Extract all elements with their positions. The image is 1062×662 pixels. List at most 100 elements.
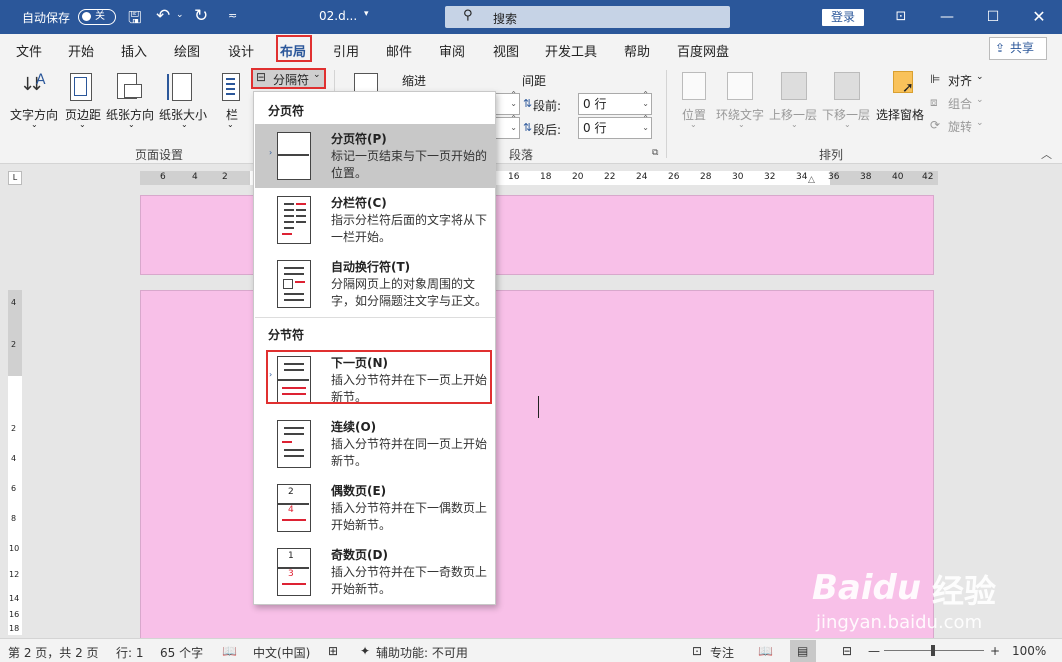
menu-item-column-break[interactable]: 分栏符(C) 指示分栏符后面的文字将从下一栏开始。 [255, 188, 495, 252]
tab-review[interactable]: 审阅 [439, 41, 465, 60]
baidu-watermark: Baidu 经验 jingyan.baidu.com [812, 568, 997, 633]
indent-marker-icon[interactable]: △ [808, 175, 815, 185]
document-title[interactable]: 02.d... [319, 9, 357, 23]
tab-developer[interactable]: 开发工具 [545, 41, 597, 60]
word-count[interactable]: 65 个字 [160, 644, 203, 661]
ruler-number: 2 [11, 424, 17, 433]
menu-item-odd-page[interactable]: 1 3 奇数页(D) 插入分节符并在下一奇数页上开始新节。 [255, 540, 495, 604]
ruler-number: 6 [160, 172, 166, 182]
page-count[interactable]: 第 2 页，共 2 页 [8, 644, 99, 661]
column-break-icon [277, 196, 311, 244]
bring-forward-icon[interactable] [781, 72, 807, 100]
text-direction-icon[interactable]: ↓ ↓ A [18, 72, 48, 100]
accessibility-status[interactable]: 辅助功能: 不可用 [376, 644, 468, 661]
breaks-dropdown-menu: 分页符 › 分页符(P) 标记一页结束与下一页开始的位置。 分栏符(C) 指示分… [253, 91, 496, 605]
autosave-toggle[interactable]: 关 [78, 9, 116, 25]
orientation-icon[interactable] [117, 73, 142, 99]
collapse-ribbon-icon[interactable]: ︿ [1041, 146, 1052, 162]
redo-icon[interactable]: ↻ [194, 6, 208, 26]
ruler-number: 34 [796, 172, 808, 182]
search-box[interactable]: ⚲ 搜索 [445, 6, 730, 28]
language[interactable]: 中文(中国) [253, 644, 310, 661]
search-icon: ⚲ [463, 8, 473, 23]
zoom-in-icon[interactable]: + [990, 644, 1000, 658]
close-icon[interactable]: ✕ [1016, 0, 1062, 34]
zoom-slider-thumb[interactable] [931, 645, 935, 656]
chevron-down-icon: ⌄ [976, 118, 984, 128]
spacing-after-stepper[interactable]: 0 行 [578, 114, 652, 139]
undo-icon[interactable]: ↶ [156, 6, 170, 26]
share-button[interactable]: ⇪ 共享 [989, 37, 1047, 60]
menu-item-even-page[interactable]: 2 4 偶数页(E) 插入分节符并在下一偶数页上开始新节。 [255, 476, 495, 540]
columns-icon[interactable] [222, 73, 240, 101]
customize-qat-icon[interactable]: ≂ [228, 9, 237, 22]
line-number[interactable]: 行: 1 [116, 644, 144, 661]
menu-item-continuous[interactable]: 连续(O) 插入分节符并在同一页上开始新节。 [255, 412, 495, 476]
position-icon[interactable] [682, 72, 706, 100]
chevron-down-icon: ⌄ [844, 120, 851, 129]
arrange-group-label: 排列 [819, 148, 844, 162]
read-mode-icon[interactable]: 📖 [758, 644, 773, 658]
page-break-icon [277, 132, 311, 180]
save-icon[interactable]: 🖫 [128, 7, 142, 34]
ruler-number: 12 [9, 570, 20, 579]
ruler-number: 22 [604, 172, 616, 182]
chevron-down-icon: ⌄ [181, 120, 188, 129]
align-button[interactable]: 对齐 [948, 72, 972, 89]
selection-pane-button[interactable]: 选择窗格 [876, 106, 924, 123]
undo-dropdown-icon[interactable]: ⌄ [176, 10, 184, 20]
zoom-out-icon[interactable]: — [868, 644, 880, 658]
wrap-text-icon[interactable] [727, 72, 753, 100]
ruler-number: 26 [668, 172, 680, 182]
tab-draw[interactable]: 绘图 [174, 41, 200, 60]
proofing-icon[interactable]: 📖 [222, 644, 237, 658]
section-breaks-section-header: 分节符 [268, 328, 305, 342]
login-button[interactable]: 登录 [822, 9, 864, 26]
tab-insert[interactable]: 插入 [121, 41, 147, 60]
text-wrapping-break-icon [277, 260, 311, 308]
selection-pane-icon[interactable]: ➚ [893, 71, 914, 96]
ruler-number: 42 [922, 172, 934, 182]
tab-references[interactable]: 引用 [333, 41, 359, 60]
menu-item-text-wrapping-break[interactable]: 自动换行符(T) 分隔网页上的对象周围的文字，如分隔题注文字与正文。 [255, 252, 495, 316]
odd-page-section-icon: 1 3 [277, 548, 311, 596]
spacing-label: 间距 [522, 74, 547, 88]
tab-selector-icon[interactable]: L [8, 171, 22, 185]
breaks-button-highlight [251, 68, 326, 89]
tab-view[interactable]: 视图 [493, 41, 519, 60]
tab-help[interactable]: 帮助 [624, 41, 650, 60]
paragraph-dialog-launcher-icon[interactable]: ⧉ [652, 148, 658, 158]
ruler-number: 2 [11, 340, 17, 349]
ruler-number: 16 [508, 172, 520, 182]
minimize-icon[interactable]: — [924, 0, 970, 34]
chevron-down-icon: ⌄ [31, 120, 38, 129]
focus-mode[interactable]: 专注 [710, 644, 734, 661]
ribbon-display-icon[interactable]: ⊡ [878, 0, 924, 34]
tab-mailings[interactable]: 邮件 [386, 41, 412, 60]
chevron-down-icon: ⌄ [976, 72, 984, 82]
tab-design[interactable]: 设计 [228, 41, 254, 60]
tab-baidu-netdisk[interactable]: 百度网盘 [677, 41, 729, 60]
vertical-ruler[interactable]: 4 2 2 4 6 8 10 12 14 16 18 [8, 290, 22, 635]
macro-icon[interactable]: ⊞ [328, 644, 338, 658]
send-backward-icon[interactable] [834, 72, 860, 100]
maximize-icon[interactable]: ☐ [970, 0, 1016, 34]
chevron-down-icon: ⌄ [976, 95, 984, 105]
ruler-number: 4 [192, 172, 198, 182]
margins-icon[interactable] [70, 73, 92, 101]
zoom-level[interactable]: 100% [1012, 644, 1046, 658]
paper-size-icon[interactable] [167, 73, 192, 101]
menu-item-page-break[interactable]: › 分页符(P) 标记一页结束与下一页开始的位置。 [255, 124, 495, 188]
rotate-button[interactable]: 旋转 [948, 118, 972, 135]
tab-home[interactable]: 开始 [68, 41, 94, 60]
web-layout-icon[interactable]: ⊟ [842, 644, 852, 658]
spacing-before-stepper[interactable]: 0 行 [578, 90, 652, 115]
ruler-number: 10 [9, 544, 20, 553]
chevron-down-icon: ⌄ [791, 120, 798, 129]
print-layout-icon[interactable]: ▤ [797, 644, 808, 658]
tab-file[interactable]: 文件 [16, 41, 42, 60]
group-button[interactable]: 组合 [948, 95, 972, 112]
title-dropdown-icon[interactable]: ▾ [364, 9, 369, 19]
chevron-down-icon: ⌄ [690, 120, 697, 129]
continuous-section-icon [277, 420, 311, 468]
